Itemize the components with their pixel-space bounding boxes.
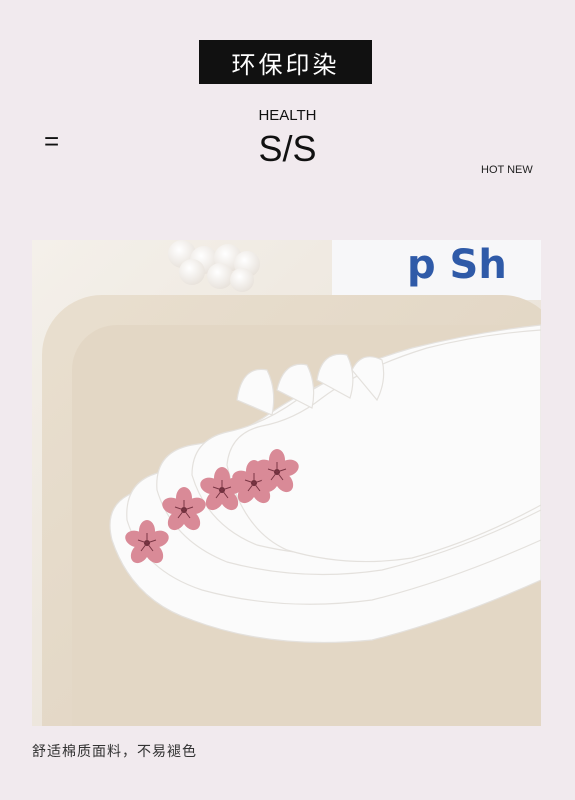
box-text: p Sh <box>407 242 507 288</box>
hot-new-tag: HOT NEW <box>481 164 533 176</box>
health-label: HEALTH <box>258 107 317 124</box>
product-photo: p Sh <box>32 240 541 726</box>
product-caption: 舒适棉质面料，不易褪色 <box>32 744 197 760</box>
title-banner: 环保印染 <box>199 40 372 84</box>
